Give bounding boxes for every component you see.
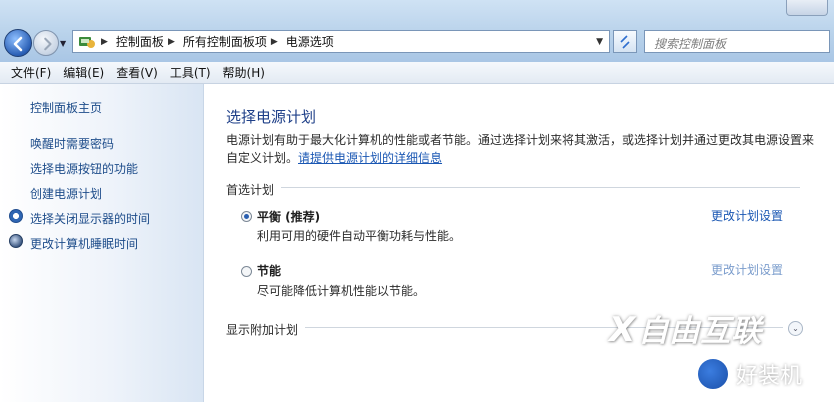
plan-balanced-description: 利用可用的硬件自动平衡功耗与性能。	[257, 229, 462, 243]
refresh-icon	[620, 34, 630, 49]
breadcrumb-separator-icon: ▶	[101, 36, 108, 47]
back-button[interactable]	[4, 29, 32, 57]
menu-tools[interactable]: 工具(T)	[170, 64, 211, 81]
menu-bar: 文件(F) 编辑(E) 查看(V) 工具(T) 帮助(H)	[0, 62, 834, 84]
watermark-logo: X自由互联	[609, 306, 762, 350]
refresh-button[interactable]	[613, 30, 637, 53]
address-bar[interactable]: ▶ 控制面板 ▶ 所有控制面板项 ▶ 电源选项 ▼	[72, 30, 610, 53]
menu-file[interactable]: 文件(F)	[11, 64, 51, 81]
plan-power-saver-description: 尽可能降低计算机性能以节能。	[257, 284, 426, 298]
plan-power-saver-name[interactable]: 节能	[257, 262, 281, 279]
watermark-text: 自由互联	[638, 314, 763, 349]
control-panel-icon	[79, 36, 95, 48]
search-input[interactable]: 搜索控制面板	[644, 30, 830, 53]
sidebar-home-link[interactable]: 控制面板主页	[30, 99, 102, 116]
clock-icon	[9, 209, 23, 223]
forward-button[interactable]	[33, 30, 59, 56]
menu-help[interactable]: 帮助(H)	[223, 64, 265, 81]
watermark-secondary-text: 好装机	[736, 364, 803, 389]
menu-view[interactable]: 查看(V)	[116, 64, 158, 81]
address-dropdown-icon[interactable]: ▼	[596, 37, 603, 47]
plan-power-saver-radio[interactable]	[241, 266, 252, 277]
divider	[281, 187, 800, 188]
main-content: 选择电源计划 电源计划有助于最大化计算机的性能或者节能。通过选择计划来将其激活，…	[205, 84, 834, 402]
page-description: 电源计划有助于最大化计算机的性能或者节能。通过选择计划来将其激活，或选择计划并通…	[226, 131, 816, 167]
menu-edit[interactable]: 编辑(E)	[63, 64, 104, 81]
arrow-right-icon	[44, 37, 52, 51]
recent-pages-dropdown-icon[interactable]: ▼	[60, 39, 66, 48]
sidebar-item-display-off[interactable]: 选择关闭显示器的时间	[30, 210, 150, 227]
moon-icon	[9, 234, 23, 248]
page-title: 选择电源计划	[226, 108, 317, 126]
plan-balanced-name[interactable]: 平衡 (推荐)	[257, 208, 320, 225]
watermark-x-icon: X	[609, 310, 637, 350]
breadcrumb-separator-icon: ▶	[270, 36, 278, 47]
power-saver-change-settings-link[interactable]: 更改计划设置	[711, 261, 783, 278]
sidebar-item-power-buttons[interactable]: 选择电源按钮的功能	[30, 160, 138, 177]
plan-balanced-radio[interactable]	[241, 211, 252, 222]
sidebar-item-sleep-time[interactable]: 更改计算机睡眠时间	[30, 235, 138, 252]
breadcrumb-all-items[interactable]: 所有控制面板项	[183, 33, 267, 50]
sidebar: 控制面板主页 唤醒时需要密码 选择电源按钮的功能 创建电源计划 选择关闭显示器的…	[0, 84, 204, 402]
sidebar-item-wake-password[interactable]: 唤醒时需要密码	[30, 135, 114, 152]
arrow-left-icon	[13, 36, 23, 52]
plan-details-link[interactable]: 请提供电源计划的详细信息	[298, 151, 442, 165]
breadcrumb-control-panel[interactable]: 控制面板	[116, 33, 164, 50]
window-controls[interactable]	[786, 0, 828, 16]
breadcrumb-power-options[interactable]: 电源选项	[286, 33, 334, 50]
sidebar-item-create-plan[interactable]: 创建电源计划	[30, 185, 102, 202]
preferred-plans-heading: 首选计划	[226, 183, 275, 197]
expand-chevron-icon[interactable]: ⌄	[788, 321, 803, 336]
watermark-circle-icon	[696, 357, 730, 391]
watermark-secondary: 好装机	[696, 356, 802, 392]
breadcrumb-separator-icon: ▶	[167, 36, 175, 47]
balanced-change-settings-link[interactable]: 更改计划设置	[711, 207, 783, 224]
window-chrome: ▼ ▶ 控制面板 ▶ 所有控制面板项 ▶ 电源选项 ▼ 搜索控制面板	[0, 0, 834, 62]
show-additional-plans-heading[interactable]: 显示附加计划	[226, 321, 298, 338]
